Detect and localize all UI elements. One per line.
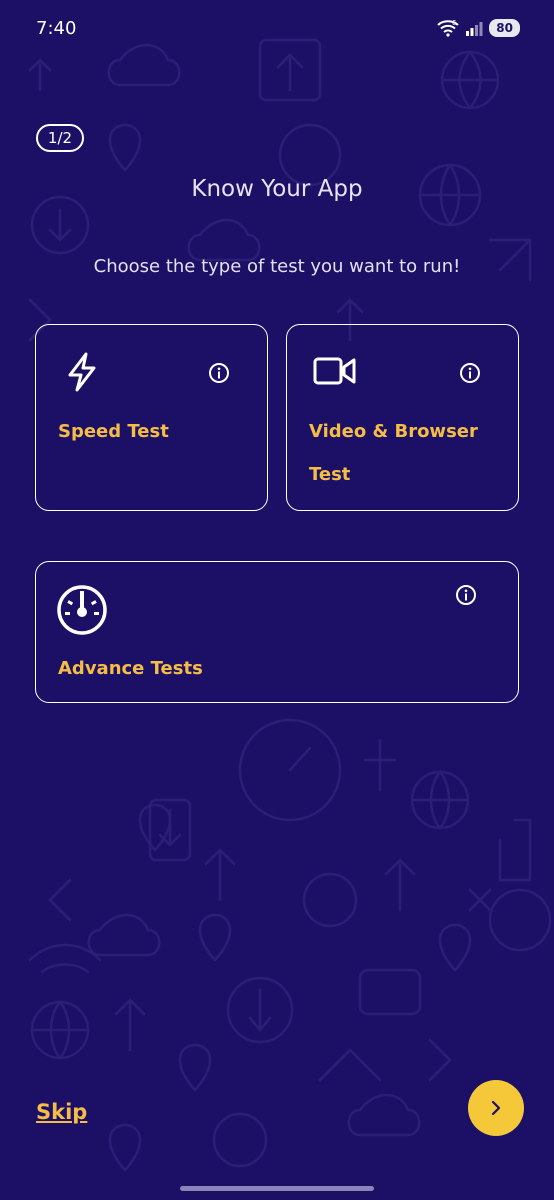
signal-icon xyxy=(466,22,483,36)
home-indicator[interactable] xyxy=(180,1186,374,1191)
battery-indicator: 80 xyxy=(489,19,520,37)
advance-tests-label: Advance Tests xyxy=(58,658,203,679)
page-subtitle: Choose the type of test you want to run! xyxy=(93,256,461,277)
speed-test-info-icon[interactable] xyxy=(208,362,230,384)
speed-test-label: Speed Test xyxy=(58,421,169,442)
step-indicator: 1/2 xyxy=(36,124,84,152)
svg-text:6: 6 xyxy=(452,19,457,27)
onboarding-screen: 7:40 6 80 1/2 Know Your App Choose the t… xyxy=(0,0,554,1200)
chevron-right-icon xyxy=(491,1100,501,1116)
video-browser-info-icon[interactable] xyxy=(459,362,481,384)
wifi-icon: 6 xyxy=(437,19,460,37)
video-camera-icon xyxy=(313,357,356,385)
lightning-icon xyxy=(68,352,96,392)
video-browser-test-card[interactable]: Video & Browser Test xyxy=(286,324,519,511)
next-button[interactable] xyxy=(468,1080,524,1136)
speed-test-card[interactable]: Speed Test xyxy=(35,324,268,511)
status-icons: 6 80 xyxy=(437,19,520,37)
gauge-icon xyxy=(57,585,107,635)
advance-tests-info-icon[interactable] xyxy=(455,584,477,606)
skip-link[interactable]: Skip xyxy=(36,1100,87,1124)
status-bar: 7:40 6 80 xyxy=(0,0,554,60)
page-title: Know Your App xyxy=(191,176,363,202)
video-browser-test-label: Video & Browser Test xyxy=(309,421,478,485)
status-time: 7:40 xyxy=(36,18,77,39)
advance-tests-card[interactable]: Advance Tests xyxy=(35,561,519,703)
